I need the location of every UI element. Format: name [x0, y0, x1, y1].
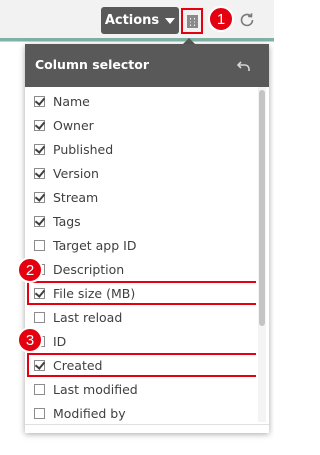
- list-item-label: Name: [53, 93, 90, 109]
- list-item-name[interactable]: Name: [25, 89, 256, 113]
- toolbar-divider: [0, 41, 274, 42]
- popover-title: Column selector: [35, 57, 150, 72]
- list-item-label: Target app ID: [53, 237, 137, 253]
- checkbox-name[interactable]: [34, 95, 45, 107]
- column-selector-button[interactable]: [181, 8, 203, 34]
- list-item-label: Description: [53, 261, 125, 277]
- list-item-target-app-id[interactable]: Target app ID: [25, 233, 256, 257]
- table-columns-icon: [186, 14, 198, 28]
- list-item-version[interactable]: Version: [25, 161, 256, 185]
- column-list: Name Owner Published Version Stream Tags: [25, 87, 256, 422]
- highlight-file-size: [27, 281, 256, 305]
- checkbox-published[interactable]: [34, 143, 45, 155]
- list-item-id[interactable]: ID: [25, 329, 256, 353]
- list-item-label: Modified by: [53, 405, 126, 421]
- list-item-owner[interactable]: Owner: [25, 113, 256, 137]
- checkbox-owner[interactable]: [34, 119, 45, 131]
- list-item-label: Last reload: [53, 309, 123, 325]
- highlight-created: [27, 353, 256, 377]
- callout-badge-2: 2: [17, 257, 43, 283]
- callout-badge-1: 1: [208, 6, 234, 32]
- list-item-last-modified[interactable]: Last modified: [25, 377, 256, 401]
- list-item-label: Published: [53, 141, 114, 157]
- list-item-tags[interactable]: Tags: [25, 209, 256, 233]
- popover-footer: [25, 424, 269, 433]
- list-item-published[interactable]: Published: [25, 137, 256, 161]
- column-selector-popover: Column selector Name Owner Published Ver: [25, 44, 269, 433]
- page: Actions Column selector Name Owner Publi…: [0, 0, 274, 455]
- refresh-icon[interactable]: [238, 11, 256, 29]
- undo-icon[interactable]: [237, 61, 251, 72]
- caret-down-icon: [165, 18, 176, 24]
- checkbox-last-modified[interactable]: [34, 383, 45, 395]
- list-item-stream[interactable]: Stream: [25, 185, 256, 209]
- list-item-label: Version: [53, 165, 99, 181]
- scrollbar-thumb[interactable]: [259, 90, 265, 326]
- popover-header: Column selector: [25, 44, 269, 87]
- list-item-label: Stream: [53, 189, 99, 205]
- list-item-modified-by[interactable]: Modified by: [25, 401, 256, 422]
- list-item-last-reload[interactable]: Last reload: [25, 305, 256, 329]
- list-item-label: Tags: [53, 213, 81, 229]
- checkbox-stream[interactable]: [34, 191, 45, 203]
- list-item-description[interactable]: Description: [25, 257, 256, 281]
- checkbox-target-app-id[interactable]: [34, 239, 45, 251]
- checkbox-version[interactable]: [34, 167, 45, 179]
- actions-button[interactable]: Actions: [101, 7, 179, 34]
- callout-badge-3: 3: [17, 327, 43, 353]
- checkbox-tags[interactable]: [34, 215, 45, 227]
- actions-button-label: Actions: [104, 13, 160, 28]
- list-item-label: Owner: [53, 117, 94, 133]
- list-item-label: ID: [53, 333, 67, 349]
- checkbox-last-reload[interactable]: [34, 311, 45, 323]
- list-item-label: Last modified: [53, 381, 138, 397]
- checkbox-modified-by[interactable]: [34, 407, 45, 419]
